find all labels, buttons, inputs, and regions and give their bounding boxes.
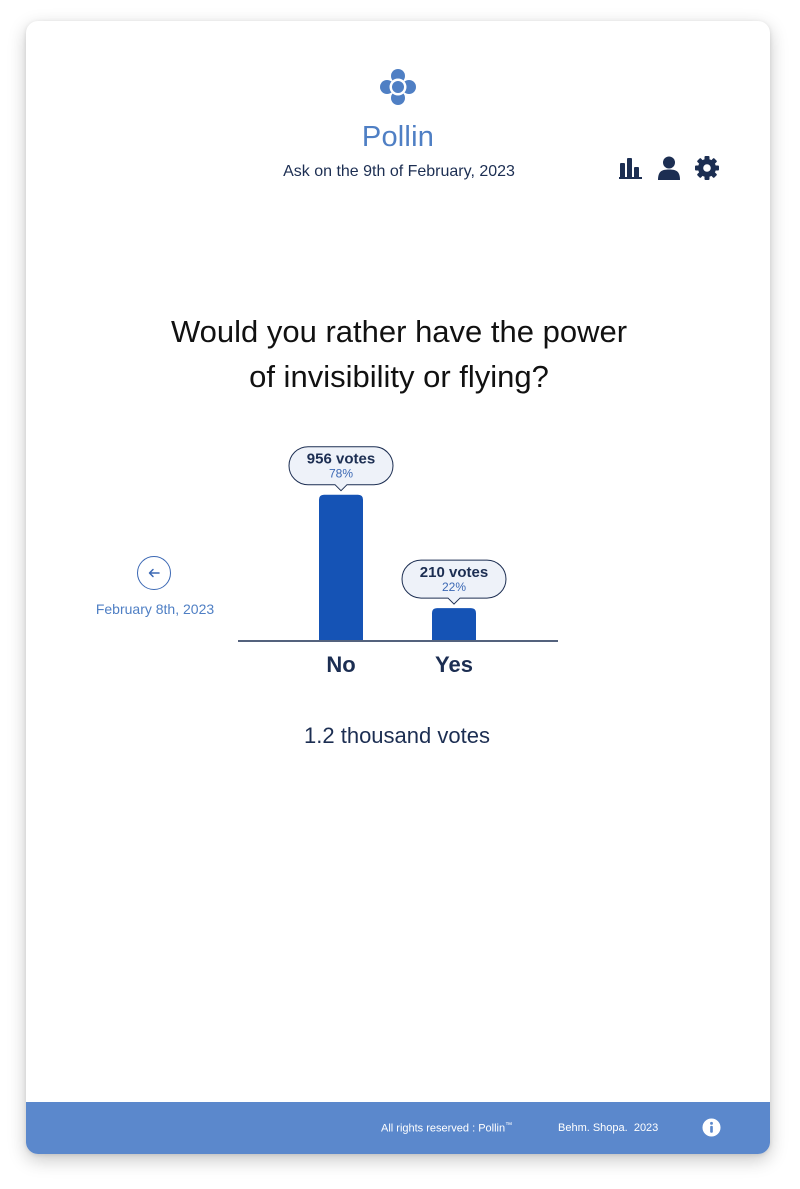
gear-icon xyxy=(694,156,719,180)
bar-chart-icon xyxy=(618,158,642,179)
vote-count-label-yes: 210 votes xyxy=(420,564,488,581)
poll-results-chart: 956 votes78% No 210 votes22% Yes xyxy=(238,446,558,677)
profile-button[interactable] xyxy=(656,155,681,181)
arrow-left-icon xyxy=(148,568,160,578)
previous-poll-date: February 8th, 2023 xyxy=(95,601,215,617)
poll-question: Would you rather have the power of invis… xyxy=(26,309,770,399)
footer-rights: All rights reserved : Pollin™ xyxy=(381,1122,512,1135)
footer: All rights reserved : Pollin™ Behm. Shop… xyxy=(26,1102,770,1154)
trademark-symbol: ™ xyxy=(505,1122,513,1129)
poll-question-line-2: of invisibility or flying? xyxy=(249,359,549,394)
category-label-no: No xyxy=(326,652,355,677)
footer-rights-text: All rights reserved : Pollin xyxy=(381,1122,506,1135)
category-label-yes: Yes xyxy=(435,652,473,677)
poll-question-line-1: Would you rather have the power xyxy=(170,314,628,349)
vote-count-label-no: 956 votes xyxy=(307,451,375,468)
stats-button[interactable] xyxy=(618,155,643,181)
flower-logo-icon xyxy=(380,69,416,105)
previous-poll-button[interactable] xyxy=(137,556,171,590)
toolbar xyxy=(618,154,719,182)
vote-percent-label-yes: 22% xyxy=(442,580,466,594)
settings-button[interactable] xyxy=(694,155,719,181)
bar-no xyxy=(319,494,363,640)
user-icon xyxy=(657,156,680,180)
info-icon[interactable] xyxy=(702,1118,721,1137)
app-title: Pollin xyxy=(361,121,435,153)
vote-percent-label-no: 78% xyxy=(329,467,353,481)
poll-card: Pollin Ask on the 9th of February, 2023 xyxy=(26,21,770,1154)
total-votes: 1.2 thousand votes xyxy=(304,723,490,748)
bar-yes xyxy=(432,608,476,640)
footer-credit: Behm. Shopa. 2023 xyxy=(558,1122,659,1134)
